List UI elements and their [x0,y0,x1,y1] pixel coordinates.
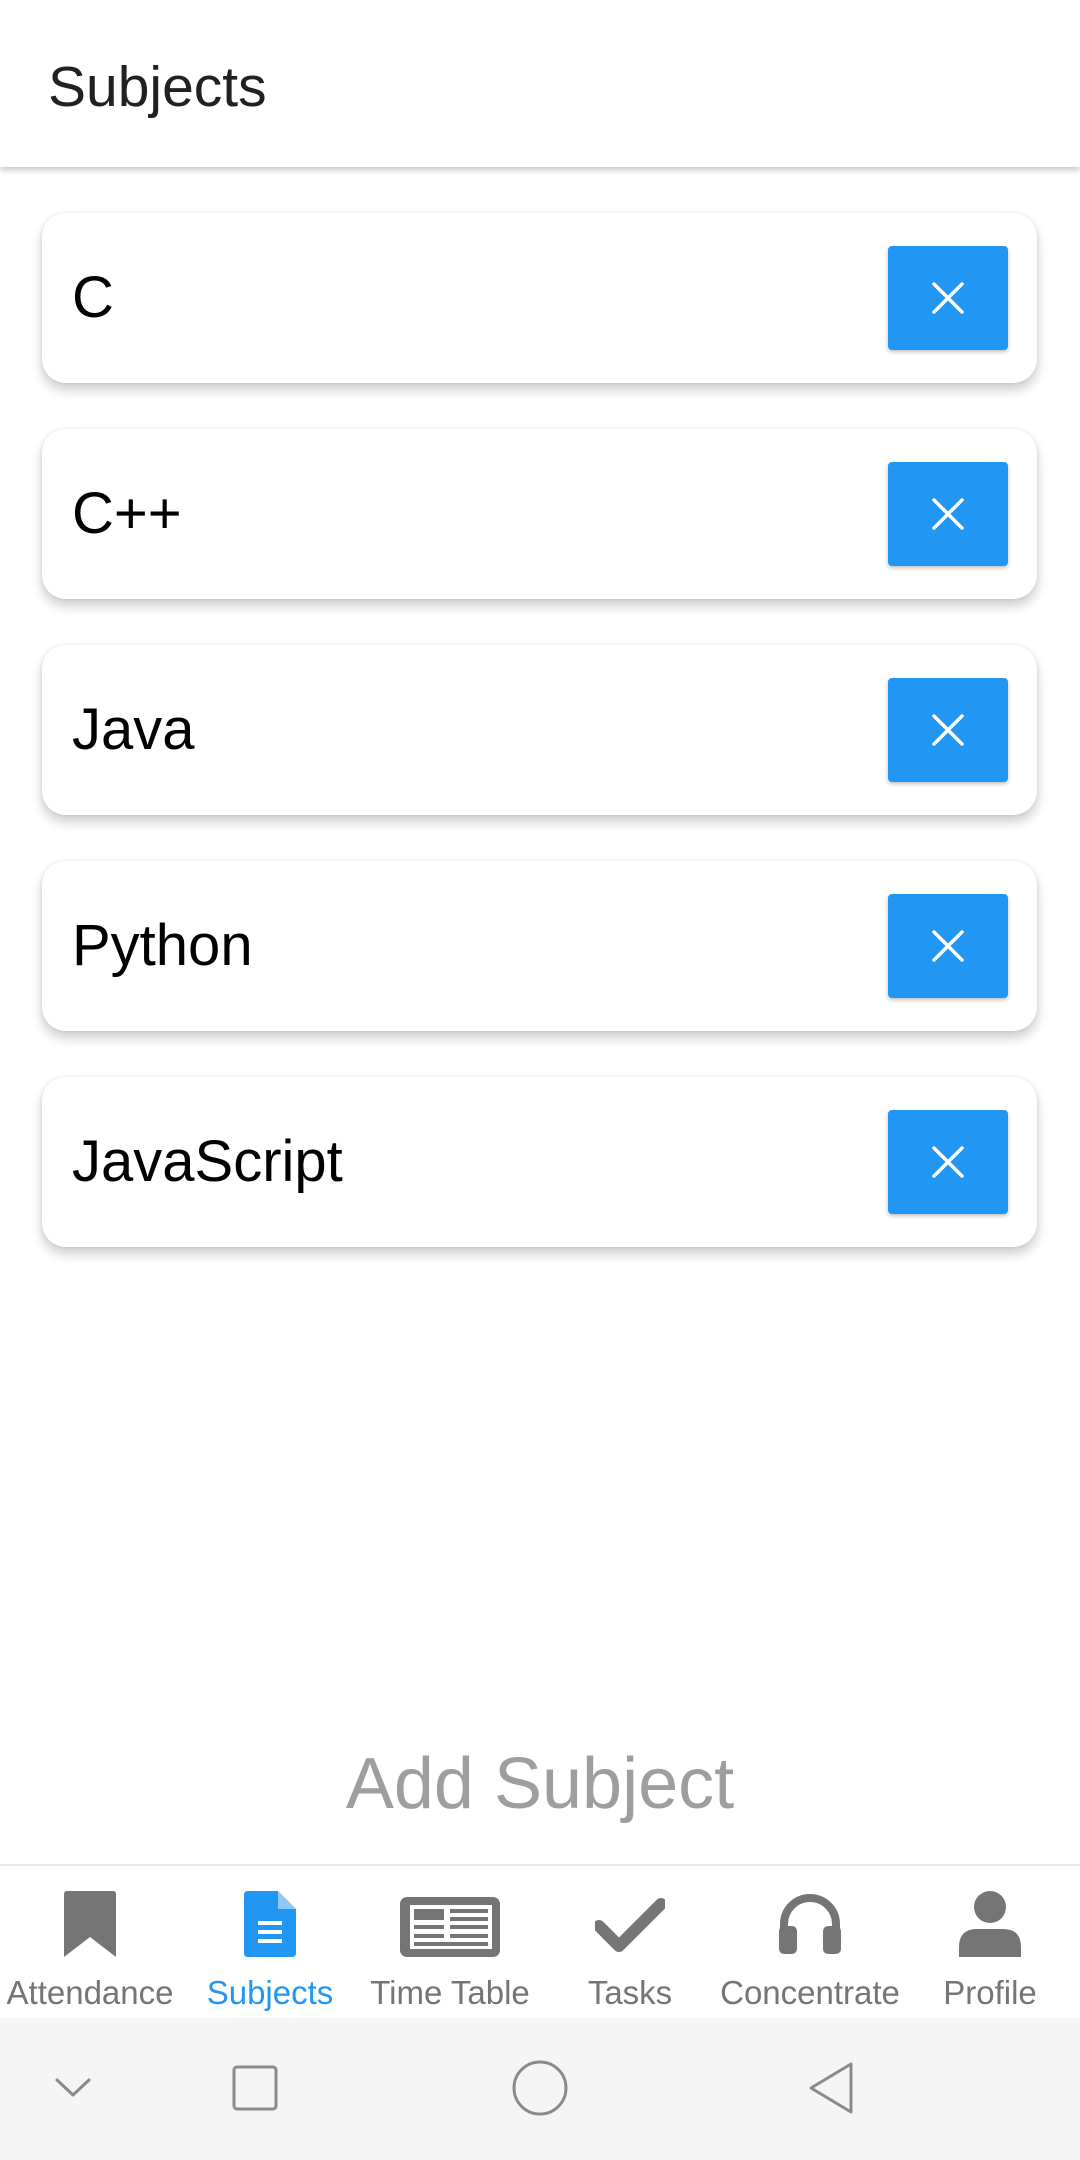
headphones-icon [758,1886,862,1962]
tab-label: Attendance [6,1974,174,2011]
page-title: Subjects [48,55,267,119]
close-icon [932,498,964,530]
tab-label: Tasks [587,1974,673,2011]
delete-subject-button[interactable] [888,1110,1008,1214]
tab-profile[interactable]: Profile [900,1866,1080,2018]
delete-subject-button[interactable] [888,894,1008,998]
subject-card[interactable]: Python [42,861,1037,1031]
back-triangle-icon[interactable] [796,2053,866,2123]
close-icon [932,1146,964,1178]
tab-label: Concentrate [720,1974,900,2011]
bookmark-icon [38,1886,142,1962]
document-icon [218,1886,322,1962]
newspaper-icon [398,1886,502,1962]
system-navigation-bar [0,2018,1080,2160]
tab-label: Time Table [370,1974,530,2011]
delete-subject-button[interactable] [888,678,1008,782]
tab-attendance[interactable]: Attendance [0,1866,180,2018]
delete-subject-button[interactable] [888,246,1008,350]
app-header: Subjects [0,0,1080,167]
subject-card[interactable]: Java [42,645,1037,815]
user-icon [938,1886,1042,1962]
subject-name: JavaScript [72,1129,343,1194]
tab-label: Subjects [206,1974,334,2011]
tab-subjects[interactable]: Subjects [180,1866,360,2018]
bottom-tab-bar: Attendance Subjects Time Table Tasks Con… [0,1864,1080,2018]
subject-name: Python [72,913,253,978]
home-circle-icon[interactable] [505,2053,575,2123]
close-icon [932,930,964,962]
close-icon [932,282,964,314]
tab-time-table[interactable]: Time Table [360,1866,540,2018]
subject-card[interactable]: C++ [42,429,1037,599]
tab-tasks[interactable]: Tasks [540,1866,720,2018]
close-icon [932,714,964,746]
subject-card[interactable]: JavaScript [42,1077,1037,1247]
recents-square-icon[interactable] [220,2053,290,2123]
subject-name: C++ [72,481,182,546]
subject-name: Java [72,697,195,762]
delete-subject-button[interactable] [888,462,1008,566]
subject-name: C [72,265,114,330]
check-icon [578,1886,682,1962]
tab-concentrate[interactable]: Concentrate [720,1866,900,2018]
chevron-down-icon[interactable] [38,2053,108,2123]
tab-label: Profile [943,1974,1037,2011]
add-subject-button[interactable]: Add Subject [0,1742,1080,1826]
subject-card[interactable]: C [42,213,1037,383]
